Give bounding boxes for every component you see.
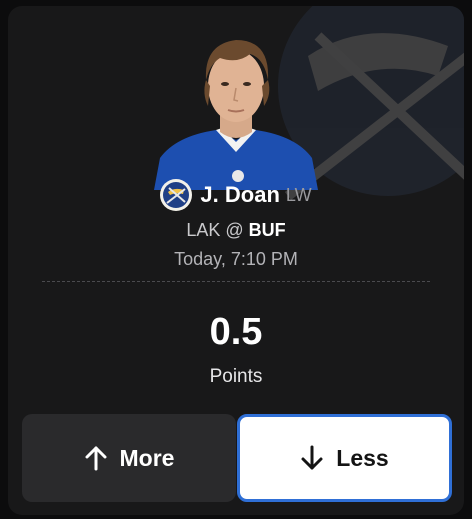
less-button[interactable]: Less (237, 414, 452, 502)
arrow-down-icon (301, 445, 323, 470)
home-team: BUF (248, 220, 286, 240)
player-headshot (154, 40, 318, 190)
player-position: LW (285, 184, 312, 205)
buffalo-sabres-logo-icon (160, 179, 193, 211)
matchup-separator: @ (225, 220, 244, 240)
less-button-label: Less (336, 444, 389, 471)
player-name-row: J. Doan LW (8, 178, 464, 212)
player-name: J. Doan (200, 182, 280, 207)
more-button[interactable]: More (22, 414, 236, 502)
projection-value: 0.5 (209, 311, 263, 353)
projection-card: J. Doan LW LAK @ BUF Today, 7:10 PM 0.5 … (8, 6, 464, 515)
game-time: Today, 7:10 PM (174, 249, 298, 269)
arrow-up-icon (85, 446, 107, 471)
divider (42, 281, 430, 282)
away-team: LAK (186, 220, 221, 240)
more-button-label: More (119, 444, 175, 471)
stat-type-label: Points (209, 366, 263, 387)
game-matchup: LAK @ BUF (8, 220, 464, 241)
